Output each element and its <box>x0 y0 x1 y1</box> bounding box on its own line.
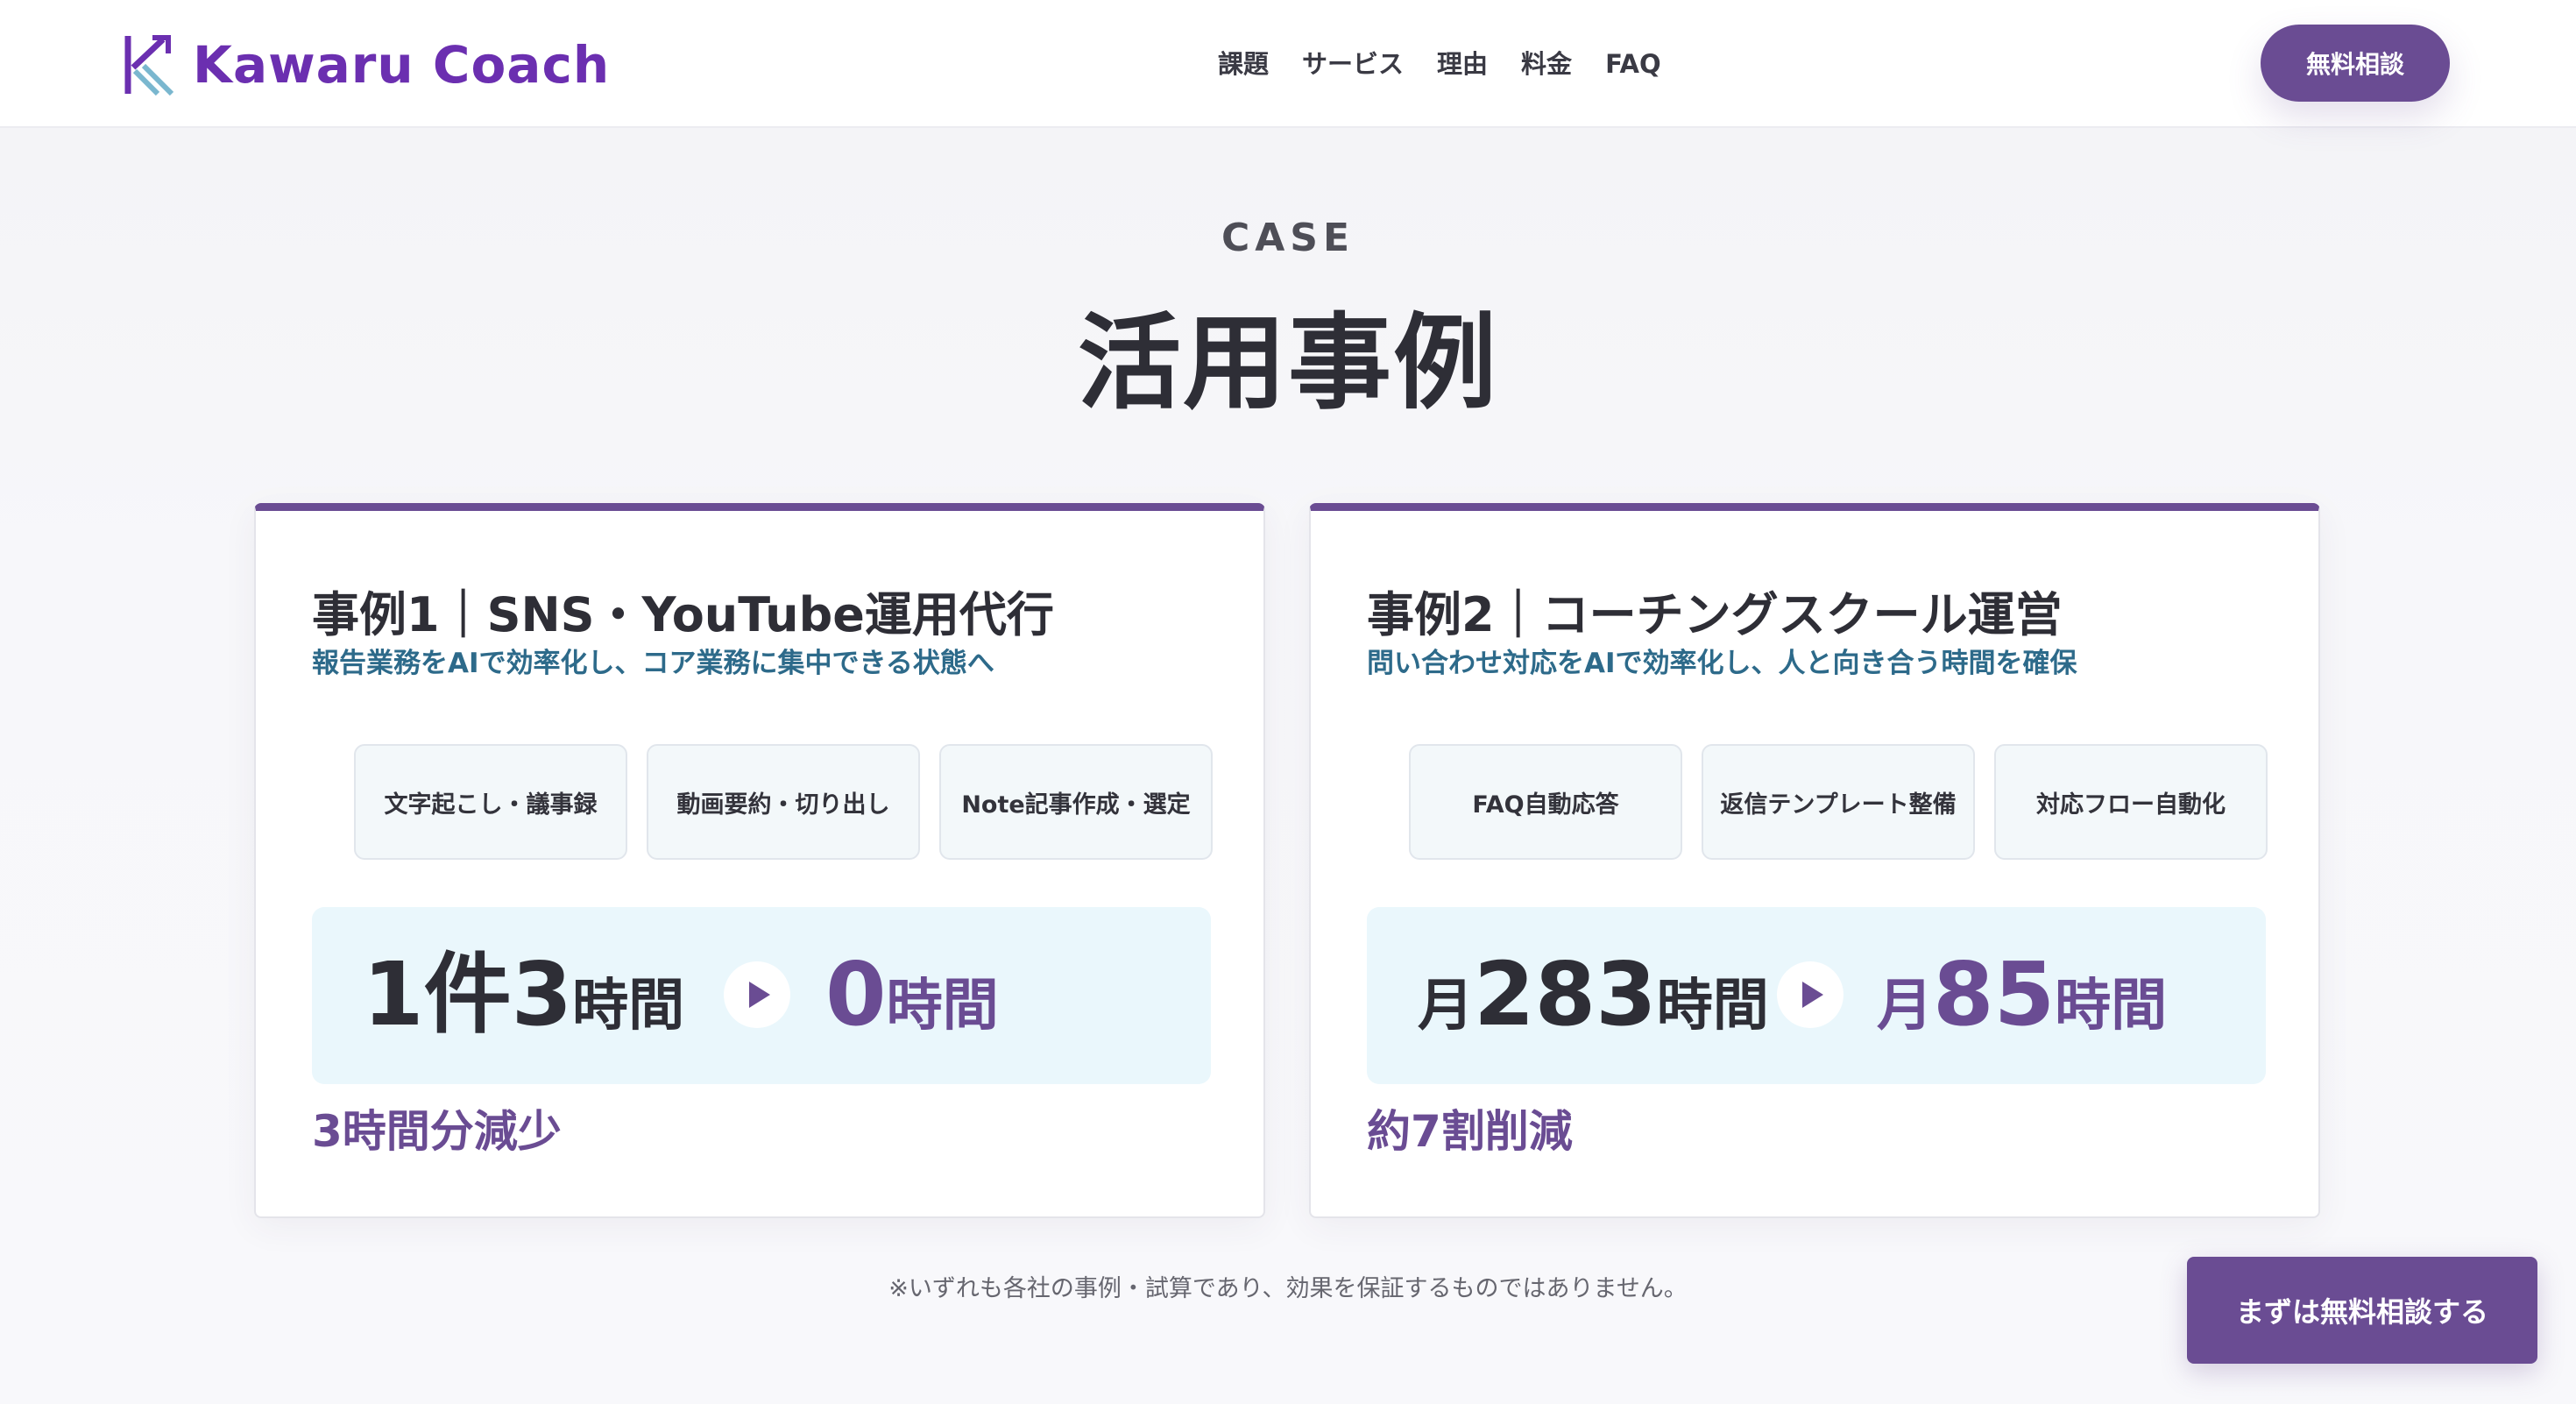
case-subtitle: 問い合わせ対応をAIで効率化し、人と向き合う時間を確保 <box>1367 648 2077 679</box>
case-result: 3時間分減少 <box>312 1106 562 1157</box>
nav-link-services[interactable]: サービス <box>1302 44 1404 84</box>
brand-logo[interactable]: Kawaru Coach <box>123 32 610 98</box>
free-consultation-button[interactable]: 無料相談 <box>2261 25 2450 102</box>
metric-after: 0時間 <box>825 942 999 1073</box>
metric-after: 月85時間 <box>1877 942 2167 1073</box>
metric-after-value: 0 <box>825 943 887 1046</box>
case-heading: 事例1｜SNS・YouTube運用代行 <box>312 587 1054 642</box>
case-heading: 事例2｜コーチングスクール運営 <box>1367 587 2063 642</box>
arrow-play-icon <box>724 961 790 1028</box>
time-metric: 1件3時間 0時間 <box>312 907 1211 1084</box>
metric-before-unit: 時間 <box>572 974 685 1039</box>
nav-link-issues[interactable]: 課題 <box>1218 44 1269 84</box>
metric-before-value: 283 <box>1474 943 1657 1046</box>
metric-before: 1件3時間 <box>363 942 684 1073</box>
section-title: 活用事例 <box>1077 302 1498 423</box>
logo-mark-icon <box>124 35 174 96</box>
case-tag: 文字起こし・議事録 <box>354 744 627 860</box>
brand-name: Kawaru Coach <box>193 35 611 95</box>
metric-before-value: 1件3 <box>363 943 573 1046</box>
nav-link-reasons[interactable]: 理由 <box>1437 44 1488 84</box>
case-card-2: 事例2｜コーチングスクール運営 問い合わせ対応をAIで効率化し、人と向き合う時間… <box>1309 503 2320 1218</box>
metric-before: 月283時間 <box>1418 942 1769 1073</box>
case-tag: 動画要約・切り出し <box>647 744 920 860</box>
case-tag: 返信テンプレート整備 <box>1702 744 1975 860</box>
time-metric: 月283時間 月85時間 <box>1367 907 2266 1084</box>
site-header: Kawaru Coach 課題 サービス 理由 料金 FAQ 無料相談 <box>0 0 2576 128</box>
metric-after-unit: 時間 <box>2055 974 2168 1039</box>
case-card-1: 事例1｜SNS・YouTube運用代行 報告業務をAIで効率化し、コア業務に集中… <box>254 503 1265 1218</box>
case-tag: 対応フロー自動化 <box>1994 744 2268 860</box>
case-tags: FAQ自動応答 返信テンプレート整備 対応フロー自動化 <box>1409 744 2268 860</box>
main-nav: 課題 サービス 理由 料金 FAQ <box>1218 44 1661 84</box>
case-subtitle: 報告業務をAIで効率化し、コア業務に集中できる状態へ <box>312 648 994 679</box>
case-result: 約7割削減 <box>1367 1106 1573 1157</box>
page: Kawaru Coach 課題 サービス 理由 料金 FAQ 無料相談 CASE… <box>0 0 2576 1404</box>
metric-after-prefix: 月 <box>1877 974 1933 1039</box>
metric-before-prefix: 月 <box>1418 974 1474 1039</box>
nav-link-pricing[interactable]: 料金 <box>1521 44 1572 84</box>
section-eyebrow: CASE <box>1221 216 1355 260</box>
nav-link-faq[interactable]: FAQ <box>1605 44 1661 84</box>
metric-after-unit: 時間 <box>886 974 999 1039</box>
case-tag: Note記事作成・選定 <box>939 744 1213 860</box>
metric-before-unit: 時間 <box>1656 974 1769 1039</box>
case-tag: FAQ自動応答 <box>1409 744 1682 860</box>
floating-consultation-button[interactable]: まずは無料相談する <box>2187 1257 2537 1364</box>
case-tags: 文字起こし・議事録 動画要約・切り出し Note記事作成・選定 <box>354 744 1213 860</box>
metric-after-value: 85 <box>1933 943 2056 1046</box>
arrow-play-icon <box>1777 961 1844 1028</box>
